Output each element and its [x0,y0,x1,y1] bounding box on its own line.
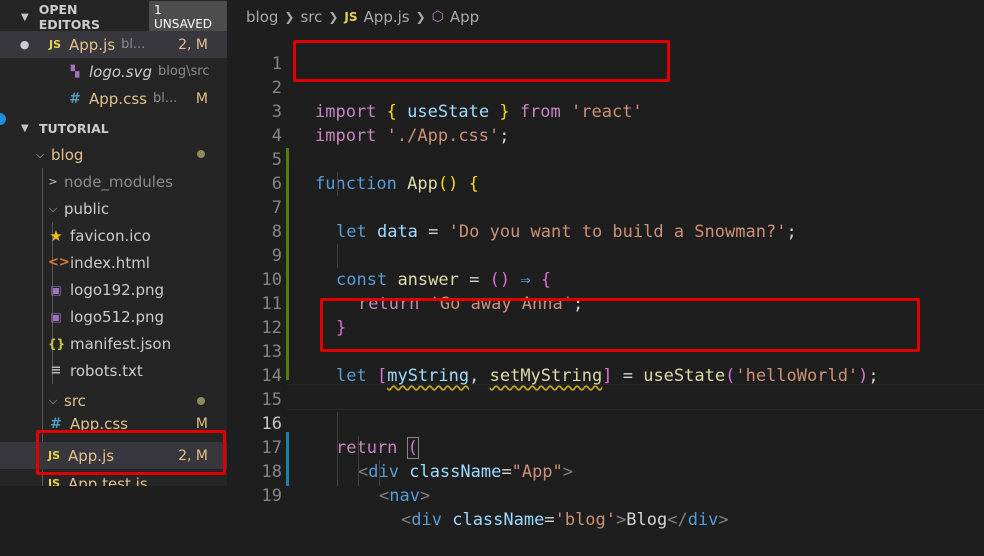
chevron-down-icon: ⌵ [48,393,58,407]
code-line: 8 [227,196,984,242]
code-line: 18 <nav> [227,436,984,506]
folder-name: blog [51,145,84,164]
token: div [687,510,719,530]
chevron-down-icon: ▼ [21,11,29,23]
text-file-icon: ≡ [50,363,62,378]
image-file-icon: ▣ [50,309,62,324]
chevron-right-icon: ❯ [328,10,339,24]
folder-public[interactable]: ⌵ public [0,195,227,222]
js-file-icon: JS [47,477,60,486]
unsaved-badge: 1 UNSAVED [148,1,227,33]
token: 'blog' [554,510,617,530]
file-name: logo512.png [70,307,164,326]
indent-guide [337,244,338,268]
open-editor-path: blog\src [158,64,210,79]
chevron-right-icon: ❯ [415,10,426,24]
file-index-html[interactable]: <> index.html [0,249,227,276]
folder-blog[interactable]: ⌵ blog [0,141,227,168]
code-line: 4 [227,100,984,146]
json-file-icon: {} [48,336,66,351]
folder-node-modules[interactable]: > node_modules [0,168,227,195]
breadcrumb-symbol[interactable]: App [450,8,479,26]
highlight-box-app-js [36,430,226,475]
folder-name: node_modules [64,172,173,191]
file-name: App.test.js [68,474,148,487]
indent-guide [337,412,338,486]
code-line: 11 } [227,268,984,338]
star-icon: ★ [49,226,63,245]
breadcrumb-file[interactable]: App.js [364,8,410,26]
file-logo512[interactable]: ▣ logo512.png [0,303,227,330]
token: className [452,510,545,530]
open-editor-name: logo.svg [89,62,153,81]
git-status: 2, M [178,36,208,53]
css-file-icon: # [69,90,81,107]
open-editor-name: App.js [69,35,116,54]
folder-name: public [64,199,110,218]
code-line: 5 function App() { [227,124,984,194]
file-name: logo192.png [70,280,164,299]
breadcrumb-blog[interactable]: blog [246,8,278,26]
file-name: index.html [70,253,150,272]
workspace-title: TUTORIAL [39,120,109,136]
js-file-icon: JS [344,10,358,24]
modified-dot [197,397,205,405]
unsaved-dot-icon[interactable]: ● [0,38,47,51]
open-editor-path: bl... [152,91,178,106]
highlight-box-import [293,40,670,82]
code-line: 15 [227,364,984,410]
open-editors-header[interactable]: ▼ OPEN EDITORS 1 UNSAVED [0,1,227,33]
code-editor[interactable]: blog ❯ src ❯ JS App.js ❯ ⬡ App 1 2 impor… [227,0,984,530]
code-line: 7 let data = 'Do you want to build a Sno… [227,172,984,242]
svg-file-icon: ▚ [70,65,80,78]
explorer-sidebar: ▼ OPEN EDITORS 1 UNSAVED ● JS App.js bl.… [0,0,227,486]
file-name: manifest.json [70,334,172,353]
file-manifest[interactable]: {} manifest.json [0,330,227,357]
code-line: 6 [227,148,984,194]
indent-guide [358,436,359,486]
token: Blog [626,510,668,530]
chevron-down-icon: ▼ [21,122,29,134]
highlight-box-usestate [320,298,920,352]
open-editor-app-js[interactable]: ● JS App.js bl... 2, M [0,31,227,58]
modified-dot [197,150,205,158]
chevron-right-icon: ❯ [284,10,295,24]
code-line: 10 return 'Go away Anna'; [227,244,984,314]
indent-guide [337,172,338,196]
breadcrumb-src[interactable]: src [300,8,322,26]
open-editor-path: bl... [121,37,146,52]
cube-icon: ⬡ [431,9,444,25]
file-name: robots.txt [70,361,143,380]
file-logo192[interactable]: ▣ logo192.png [0,276,227,303]
line-number: 19 [261,486,282,506]
chevron-down-icon: ⌵ [35,147,45,161]
chevron-right-icon: > [48,175,58,188]
open-editor-logo-svg[interactable]: ▚ logo.svg blog\src [0,58,227,85]
open-editor-app-css[interactable]: # App.css bl... M [0,85,227,112]
html-file-icon: <> [48,255,70,270]
indent-guide [379,460,380,486]
js-file-icon: JS [48,38,61,51]
code-line: 17 <div className="App"> [227,412,984,482]
token: nav [389,486,420,506]
code-line: 19 <div className='blog'>Blog</div> [227,460,984,530]
folder-name: src [64,391,86,410]
file-favicon[interactable]: ★ favicon.ico [0,222,227,249]
git-status: M [195,90,208,107]
image-file-icon: ▣ [50,282,62,297]
tutorial-header[interactable]: ▼ TUTORIAL [0,114,227,142]
token: div [411,510,442,530]
code-line: 9 const answer = () ⇒ { [227,220,984,290]
file-name: favicon.ico [70,226,151,245]
file-robots[interactable]: ≡ robots.txt [0,357,227,384]
chevron-down-icon: ⌵ [48,201,58,215]
code-line: 16 return ( [227,388,984,459]
folder-src[interactable]: ⌵ src [0,387,227,414]
open-editors-title: OPEN EDITORS [38,2,101,32]
open-editor-name: App.css [89,89,147,108]
